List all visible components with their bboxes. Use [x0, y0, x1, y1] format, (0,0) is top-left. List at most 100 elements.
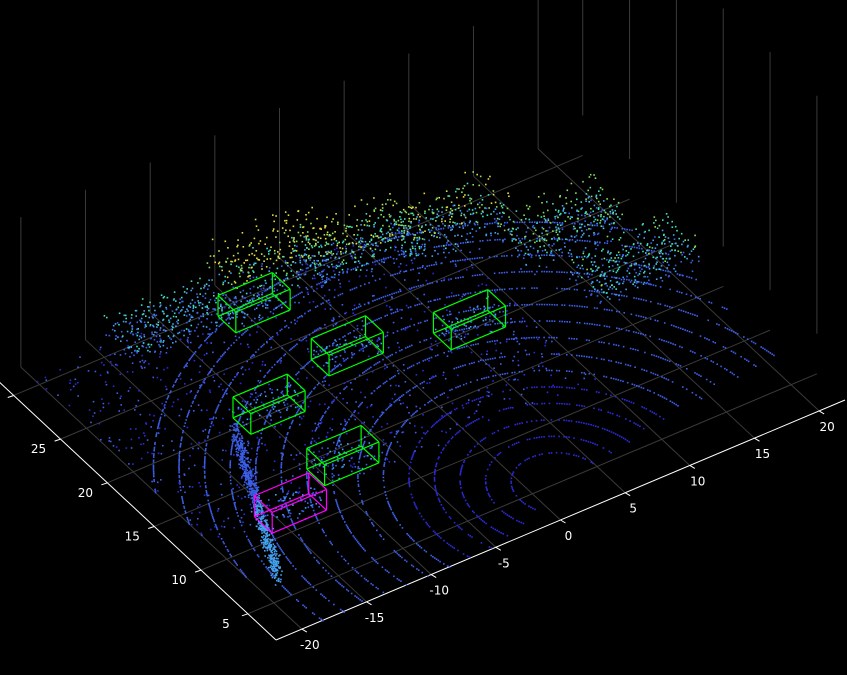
lidar-point [527, 249, 529, 251]
lidar-point [305, 235, 307, 237]
lidar-point [590, 282, 593, 285]
lidar-point [380, 258, 383, 261]
lidar-point [250, 475, 253, 477]
lidar-point [609, 412, 612, 414]
lidar-point [649, 335, 651, 338]
lidar-point [257, 500, 259, 502]
lidar-point [208, 432, 210, 434]
lidar-point [263, 543, 265, 546]
lidar-point [479, 175, 482, 178]
lidar-point [237, 515, 239, 517]
lidar-point [354, 267, 357, 269]
lidar-point [601, 188, 604, 191]
lidar-point [111, 328, 114, 331]
lidar-point [496, 217, 499, 220]
lidar-point [493, 501, 495, 504]
lidar-point [570, 235, 573, 238]
lidar-point [365, 579, 367, 581]
lidar-point [655, 219, 657, 222]
lidar-point [330, 257, 332, 259]
lidar-point [634, 279, 637, 281]
lidar-point [359, 305, 362, 307]
lidar-point [226, 348, 229, 351]
lidar-point [575, 338, 578, 340]
lidar-point [596, 444, 599, 446]
lidar-point [277, 562, 280, 565]
lidar-point [294, 262, 297, 264]
lidar-point [423, 192, 426, 195]
lidar-point [606, 242, 609, 245]
lidar-point [299, 257, 301, 259]
lidar-point [375, 242, 377, 245]
lidar-point [230, 489, 233, 491]
lidar-point [152, 474, 155, 476]
lidar-point [317, 241, 319, 243]
lidar-point [580, 226, 582, 229]
lidar-point [239, 519, 241, 522]
lidar-point [266, 372, 269, 374]
lidar-point [204, 456, 206, 458]
lidar-point [447, 244, 450, 246]
lidar-point [455, 277, 457, 279]
lidar-point [595, 196, 597, 198]
lidar-point [455, 250, 457, 252]
lidar-point [256, 512, 259, 514]
lidar-point [313, 556, 316, 559]
lidar-point [279, 281, 281, 283]
lidar-point [293, 319, 296, 321]
lidar-point [151, 331, 153, 334]
lidar-point [422, 360, 425, 362]
lidar-point [358, 262, 361, 264]
lidar-point [454, 433, 457, 436]
lidar-point [414, 386, 416, 388]
lidar-point [575, 421, 578, 423]
lidar-point [385, 203, 387, 205]
lidar-point [261, 532, 263, 534]
lidar-point [285, 438, 287, 440]
lidar-point [453, 295, 455, 297]
lidar-point [594, 255, 597, 257]
lidar-point [294, 527, 297, 530]
lidar-point [283, 354, 285, 357]
lidar-point [272, 262, 275, 265]
lidar-point [474, 274, 476, 277]
lidar-point [480, 397, 482, 399]
lidar-point [558, 271, 561, 273]
lidar-point [241, 571, 244, 574]
lidar-point [430, 426, 433, 428]
lidar-point [169, 391, 171, 394]
lidar-point [576, 321, 578, 324]
lidar-point [274, 549, 277, 552]
lidar-point [335, 264, 338, 267]
lidar-point [596, 224, 599, 227]
lidar-point [434, 472, 436, 474]
lidar-point [590, 261, 593, 263]
lidar-point [376, 260, 378, 262]
lidar-point [690, 277, 693, 279]
lidar-point [638, 245, 640, 247]
lidar-point [266, 296, 268, 298]
lidar-point [655, 257, 657, 260]
lidar-point [469, 213, 472, 215]
lidar-point [616, 254, 618, 256]
lidar-point [411, 212, 414, 215]
lidar-point [194, 301, 196, 304]
lidar-point [230, 263, 232, 266]
lidar-point [231, 444, 234, 446]
lidar-point [585, 422, 588, 425]
lidar-point [258, 494, 260, 497]
lidar-point [258, 511, 260, 513]
lidar-point [436, 236, 438, 238]
lidar-point [417, 322, 420, 325]
lidar-point [581, 214, 583, 217]
lidar-point [531, 254, 533, 256]
lidar-point [409, 389, 411, 391]
lidar-point [203, 467, 206, 469]
lidar-point [581, 371, 583, 374]
lidar-point [686, 246, 689, 248]
lidar-point [316, 273, 319, 275]
lidar-point [364, 283, 366, 286]
lidar-point [207, 499, 209, 502]
lidar-point [401, 309, 403, 311]
lidar-point [392, 204, 394, 207]
